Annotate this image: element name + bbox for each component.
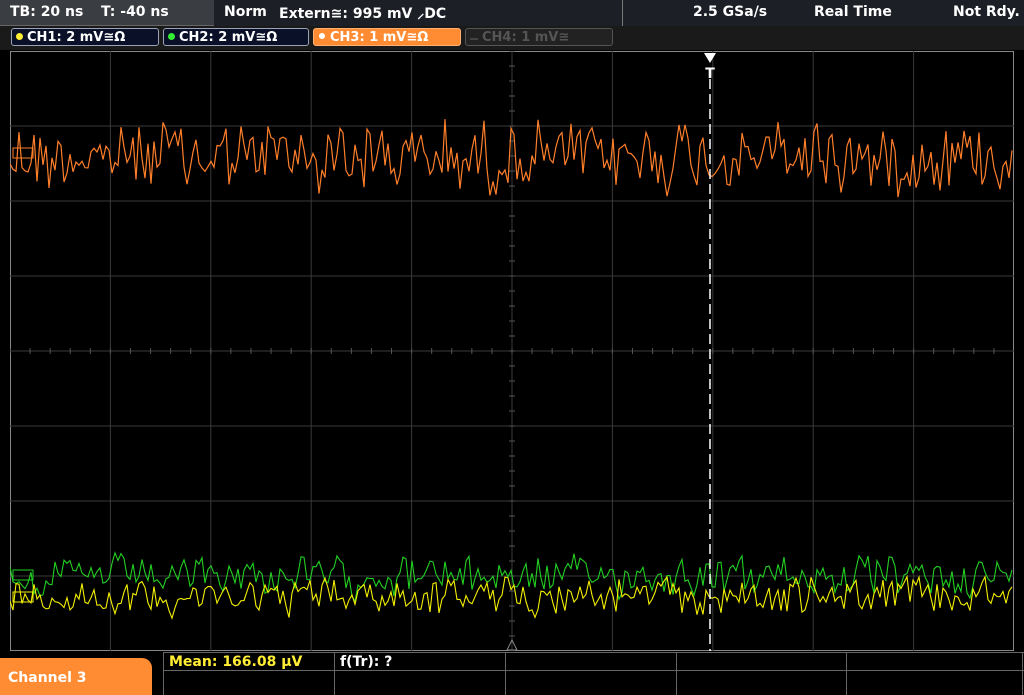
channel-1-dot-icon [16, 33, 23, 40]
channel-3-label: CH3: 1 mV≅Ω [330, 30, 429, 45]
channel-2-trace [9, 551, 1013, 604]
status-separator [622, 0, 623, 26]
meas-divider-5 [846, 652, 847, 695]
meas-divider-3 [505, 652, 506, 695]
meas-divider-1 [163, 652, 164, 695]
sample-rate[interactable]: 2.5 GSa/s [693, 4, 767, 20]
channel-1-tab[interactable]: CH1: 2 mV≅Ω [11, 28, 159, 46]
active-channel-label[interactable]: Channel 3 [0, 658, 152, 695]
channel-row: CH1: 2 mV≅Ω CH2: 2 mV≅Ω CH3: 1 mV≅Ω CH4:… [0, 26, 1024, 50]
active-channel-text: Channel 3 [8, 670, 87, 686]
mean-measurement[interactable]: Mean: 166.08 µV [169, 654, 302, 670]
channel-3-dot-icon [318, 32, 326, 40]
trigger-marker-label: T [705, 66, 715, 82]
trigger-time-readout[interactable]: T: -40 ns [101, 4, 169, 20]
trigger-arrow-icon[interactable] [704, 53, 716, 63]
channel-3-offset-marker[interactable] [12, 147, 34, 159]
ftr-measurement[interactable]: f(Tr): ? [340, 654, 392, 670]
waveform-canvas[interactable]: T [9, 50, 1014, 652]
meas-divider-4 [676, 652, 677, 695]
timebase-box[interactable]: TB: 20 ns T: -40 ns [0, 0, 214, 26]
trigger-source[interactable]: Extern≅: 995 mV ⸝DC [279, 4, 446, 23]
meas-border-mid [163, 670, 1024, 671]
acquisition-mode[interactable]: Real Time [814, 4, 892, 20]
channel-3-tab[interactable]: CH3: 1 mV≅Ω [313, 28, 461, 46]
channel-2-tab[interactable]: CH2: 2 mV≅Ω [163, 28, 309, 46]
channel-2-label: CH2: 2 mV≅Ω [179, 30, 278, 45]
channel-4-label: CH4: 1 mV≅ [482, 30, 570, 45]
timebase-readout[interactable]: TB: 20 ns [10, 4, 83, 20]
channel-4-tab[interactable]: CH4: 1 mV≅ [465, 28, 613, 46]
waveform-display[interactable]: T [9, 50, 1014, 652]
channel-2-dot-icon [168, 33, 175, 40]
acquisition-state: Not Rdy. [953, 4, 1020, 20]
markers: T [12, 53, 716, 651]
graticule [9, 50, 1014, 652]
channel-4-dash-icon [470, 38, 478, 40]
trigger-mode[interactable]: Norm [224, 4, 267, 20]
channel-1-label: CH1: 2 mV≅Ω [27, 30, 126, 45]
meas-border-right [1022, 652, 1023, 695]
meas-border-top [163, 652, 1024, 653]
measurement-bar [0, 652, 1024, 695]
traces [9, 119, 1013, 620]
status-bar: TB: 20 ns T: -40 ns Norm Extern≅: 995 mV… [0, 0, 1024, 26]
meas-divider-2 [334, 652, 335, 695]
